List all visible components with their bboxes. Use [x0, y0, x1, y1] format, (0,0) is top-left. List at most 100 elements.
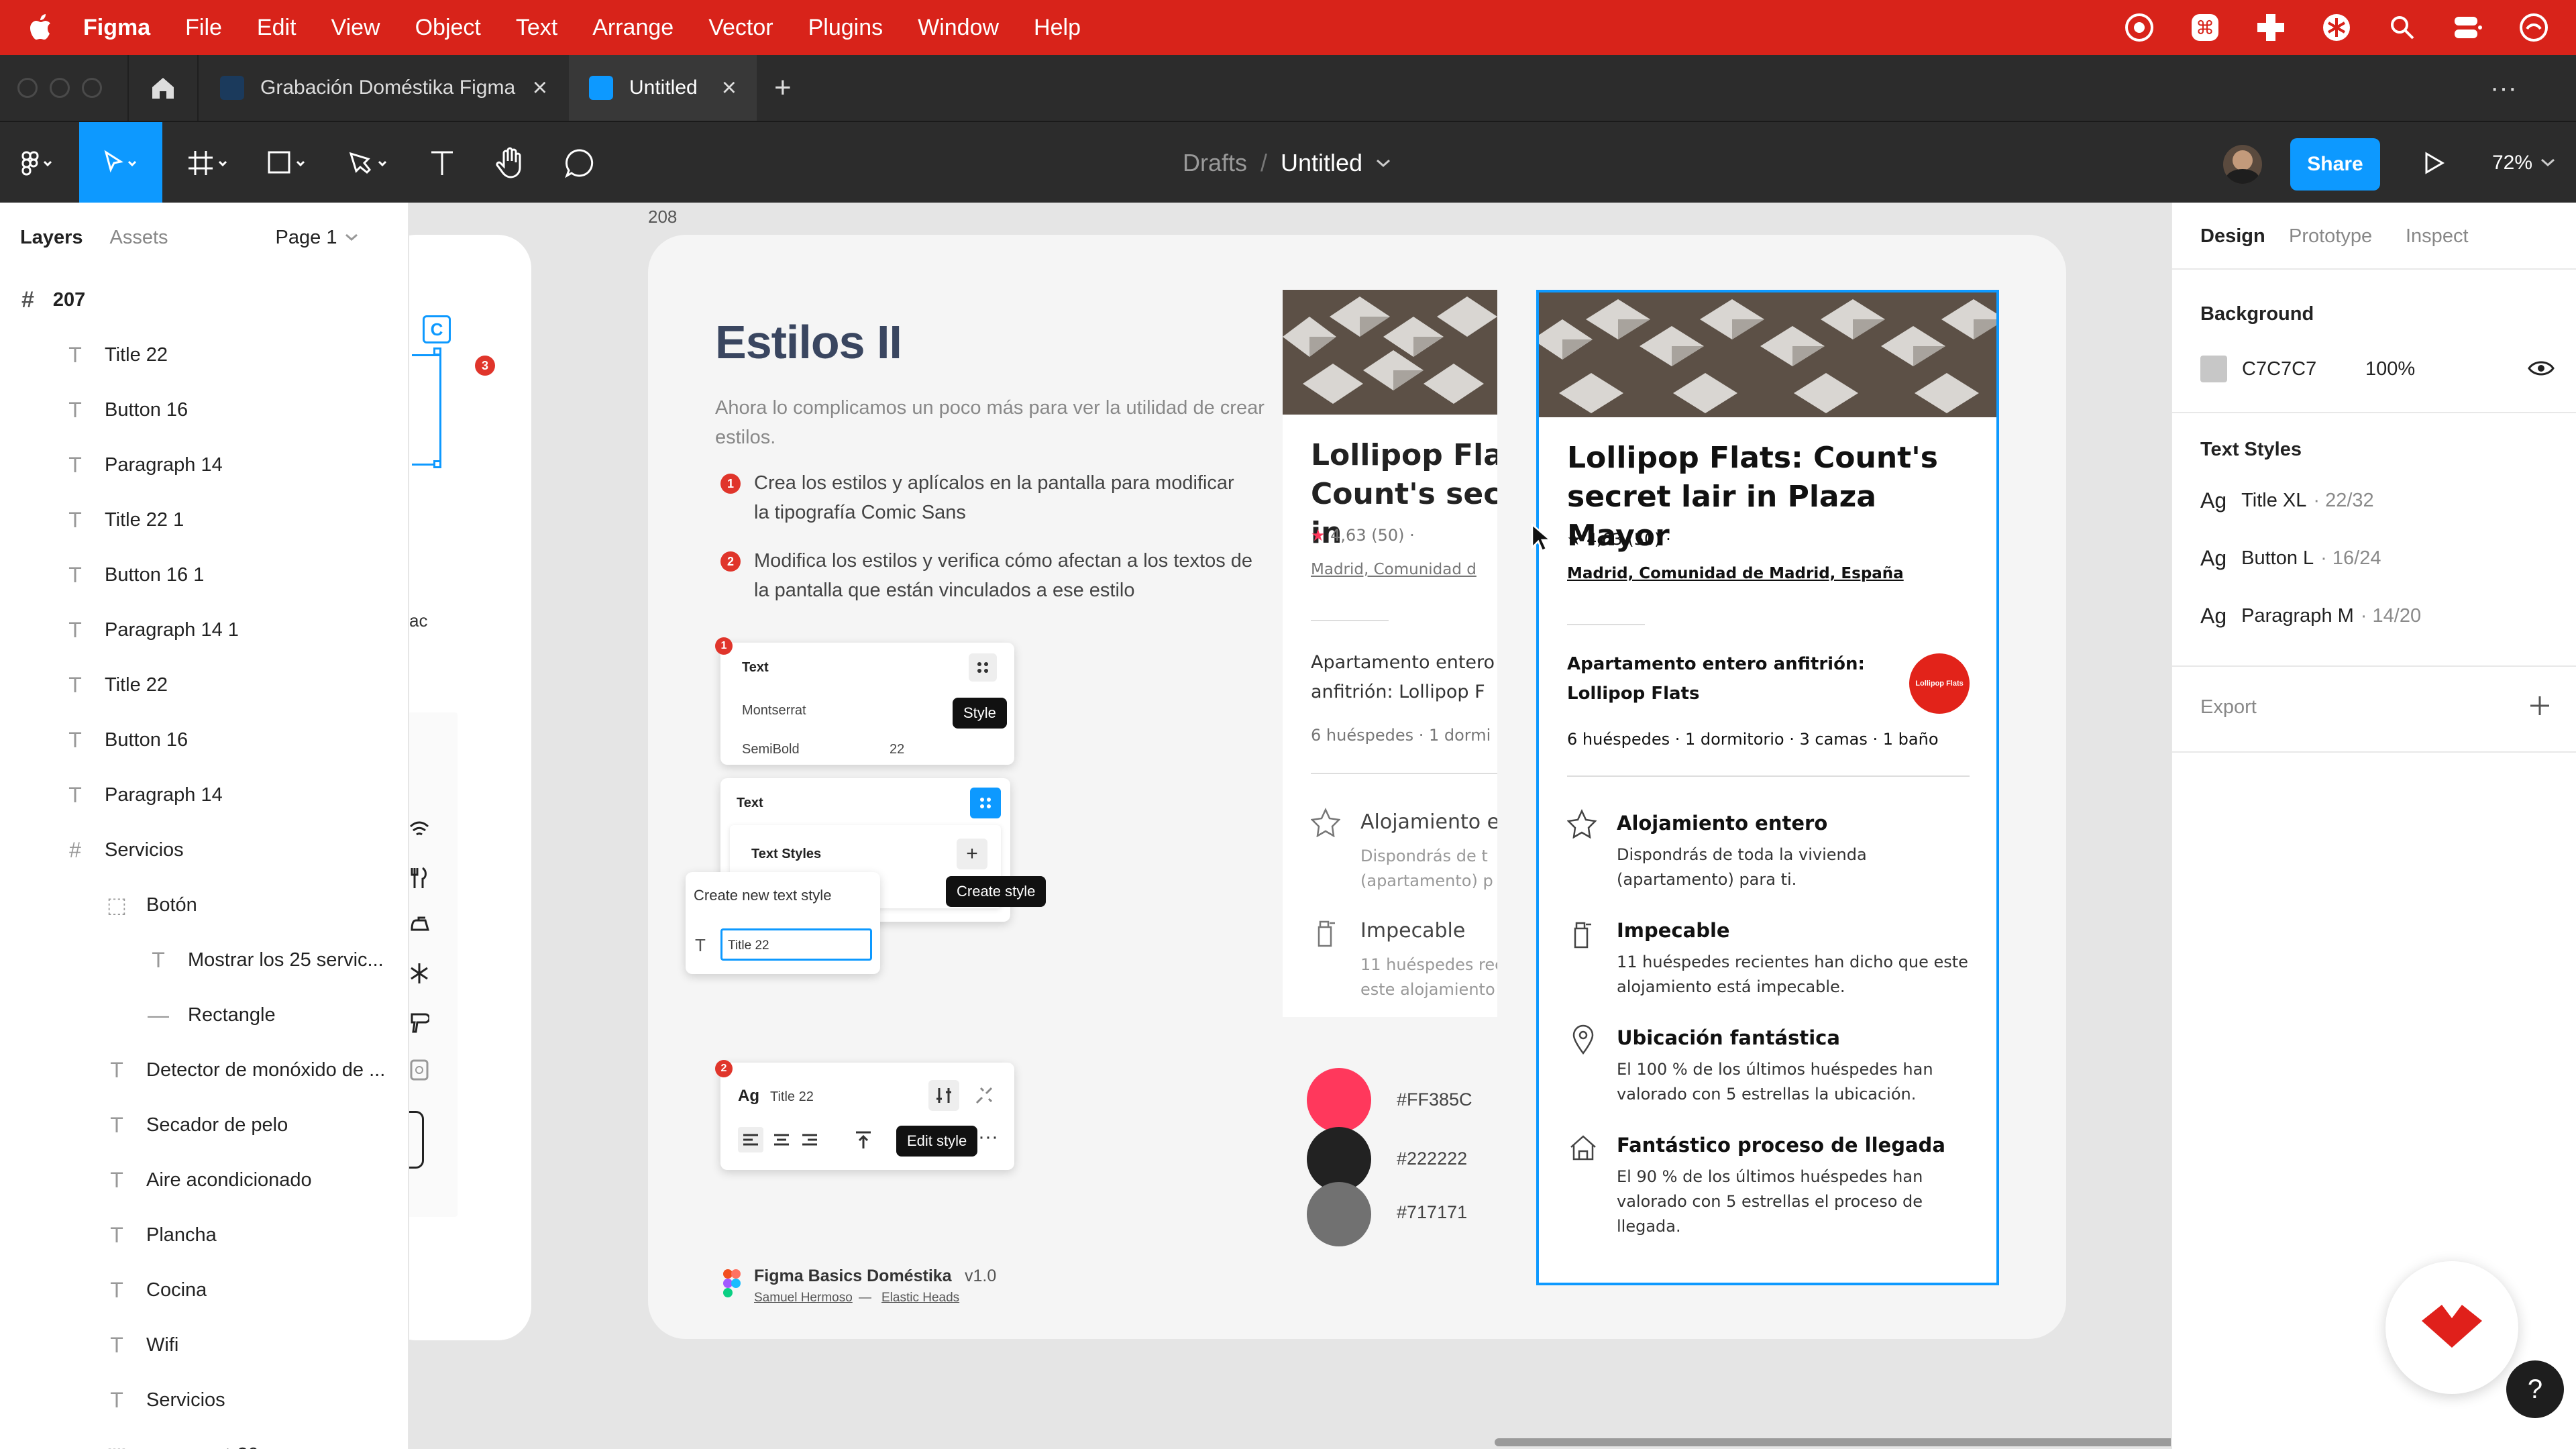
snowflake-app-icon[interactable] [2321, 12, 2352, 43]
background-color-swatch[interactable] [2200, 356, 2227, 382]
layer-row[interactable]: T Button 16 [0, 382, 408, 437]
listing-location[interactable]: Madrid, Comunidad de Madrid, España [1567, 565, 1904, 582]
plus-app-icon[interactable] [2255, 12, 2286, 43]
text-tool[interactable] [419, 122, 466, 204]
add-export-icon[interactable] [2528, 694, 2552, 718]
layer-row[interactable]: ⬚ Botón [0, 877, 408, 932]
layer-row[interactable]: T Servicios [0, 1373, 408, 1428]
apple-icon[interactable] [27, 14, 54, 41]
color-swatch-primary[interactable] [1307, 1068, 1371, 1132]
layer-row[interactable]: T Button 16 [0, 712, 408, 767]
avatar[interactable] [2223, 145, 2262, 184]
command-icon[interactable]: ⌘ [2190, 12, 2220, 43]
layer-row[interactable]: T Title 22 [0, 327, 408, 382]
tab-prototype[interactable]: Prototype [2289, 225, 2372, 248]
layer-frame-207[interactable]: # 207 [0, 272, 408, 327]
layer-row[interactable]: T Title 22 [0, 657, 408, 712]
menu-window[interactable]: Window [918, 15, 999, 41]
layer-row[interactable]: T Plancha [0, 1208, 408, 1263]
layer-row[interactable]: T Aire acondicionado [0, 1152, 408, 1208]
frame-208[interactable]: Estilos II Ahora lo complicamos un poco … [648, 235, 2066, 1339]
comment-tool[interactable] [554, 122, 605, 204]
add-style-icon[interactable]: + [957, 839, 987, 869]
footer-author-link[interactable]: Samuel Hermoso [754, 1291, 853, 1305]
domestika-logo[interactable] [2385, 1261, 2518, 1394]
menu-object[interactable]: Object [415, 15, 481, 41]
layer-row[interactable]: T Paragraph 14 1 [0, 602, 408, 657]
main-menu-button[interactable] [9, 122, 66, 204]
frame-label[interactable]: 208 [648, 207, 677, 227]
layer-row[interactable]: T Detector de monóxido de ... [0, 1042, 408, 1097]
listing-card-preview[interactable]: Lollipop Flats: Count's secret lair in ★… [1283, 290, 1497, 1017]
tab-untitled[interactable]: Untitled × [569, 55, 757, 121]
hand-tool[interactable] [486, 122, 537, 204]
edit-style-icon[interactable] [928, 1080, 959, 1111]
page-selector[interactable]: Page 1 [276, 227, 337, 249]
layer-row[interactable]: T Cocina [0, 1263, 408, 1318]
listing-card[interactable]: Lollipop Flats: Count's secret lair in P… [1536, 290, 1999, 1285]
window-minimize-button[interactable] [50, 78, 70, 98]
text-style-title-xl[interactable]: Ag Title XL · 22/32 [2200, 488, 2374, 513]
control-center-icon[interactable] [2453, 12, 2483, 43]
layer-row[interactable]: ⬚ svgexport-20 [0, 1428, 408, 1449]
font-size-value[interactable]: 22 [890, 742, 904, 757]
chevron-down-icon[interactable] [343, 232, 360, 243]
layer-row[interactable]: T Wifi [0, 1318, 408, 1373]
window-zoom-button[interactable] [82, 78, 102, 98]
present-button[interactable] [2410, 122, 2457, 204]
menu-arrange[interactable]: Arrange [592, 15, 674, 41]
menu-app-name[interactable]: Figma [83, 15, 150, 41]
align-top-icon[interactable] [851, 1127, 876, 1152]
text-style-button-l[interactable]: Ag Button L · 16/24 [2200, 546, 2381, 571]
tab-assets[interactable]: Assets [110, 227, 168, 249]
menu-file[interactable]: File [185, 15, 222, 41]
tab-grabacion[interactable]: Grabación Doméstika Figma × [200, 55, 568, 121]
move-tool[interactable] [79, 122, 162, 204]
help-button[interactable]: ? [2506, 1360, 2564, 1418]
window-close-button[interactable] [17, 78, 38, 98]
tab-design[interactable]: Design [2200, 225, 2265, 248]
resize-handle[interactable] [433, 347, 441, 356]
show-services-button[interactable] [409, 1111, 424, 1169]
close-icon[interactable]: × [533, 74, 547, 103]
font-weight-value[interactable]: SemiBold [742, 742, 800, 757]
style-grid-icon[interactable] [970, 788, 1001, 818]
menu-help[interactable]: Help [1034, 15, 1081, 41]
footer-company-link[interactable]: Elastic Heads [881, 1291, 959, 1305]
style-name-input[interactable]: Title 22 [720, 928, 872, 961]
creative-cloud-icon[interactable] [2124, 12, 2155, 43]
menu-view[interactable]: View [331, 15, 380, 41]
layer-row[interactable]: # Servicios [0, 822, 408, 877]
tab-layers[interactable]: Layers [20, 227, 83, 249]
new-tab-button[interactable]: + [774, 55, 801, 121]
align-center-icon[interactable] [769, 1127, 794, 1152]
zoom-menu[interactable]: 72% [2487, 122, 2561, 204]
share-button[interactable]: Share [2290, 138, 2380, 191]
frame-tool[interactable] [176, 122, 243, 204]
layer-row[interactable]: T Paragraph 14 [0, 437, 408, 492]
layer-row[interactable]: T Paragraph 14 [0, 767, 408, 822]
text-style-paragraph-m[interactable]: Ag Paragraph M · 14/20 [2200, 604, 2421, 629]
background-hex-value[interactable]: C7C7C7 [2242, 358, 2316, 380]
file-name[interactable]: Untitled [1281, 149, 1362, 177]
search-icon[interactable] [2387, 12, 2418, 43]
more-icon[interactable]: ··· [978, 1126, 998, 1148]
color-swatch-gray[interactable] [1307, 1182, 1371, 1246]
align-left-button[interactable] [738, 1127, 763, 1152]
shape-tool[interactable] [255, 122, 322, 204]
siri-icon[interactable] [2518, 12, 2549, 43]
tab-inspect[interactable]: Inspect [2406, 225, 2469, 248]
font-family-value[interactable]: Montserrat [742, 703, 806, 718]
eye-icon[interactable] [2528, 358, 2555, 378]
background-opacity-value[interactable]: 100% [2365, 358, 2415, 380]
component-icon[interactable]: C [423, 315, 451, 343]
menu-text[interactable]: Text [516, 15, 557, 41]
detach-icon[interactable] [974, 1085, 994, 1106]
more-icon[interactable]: ··· [2490, 55, 2544, 121]
layer-row[interactable]: T Title 22 1 [0, 492, 408, 547]
frame-207[interactable]: C 3 ac [409, 235, 531, 1340]
layer-row[interactable]: T Button 16 1 [0, 547, 408, 602]
breadcrumb-drafts[interactable]: Drafts [1183, 149, 1247, 177]
home-tab[interactable] [127, 55, 199, 121]
canvas[interactable]: C 3 ac 208 Estilos II Ahora lo complicam… [409, 203, 2171, 1449]
